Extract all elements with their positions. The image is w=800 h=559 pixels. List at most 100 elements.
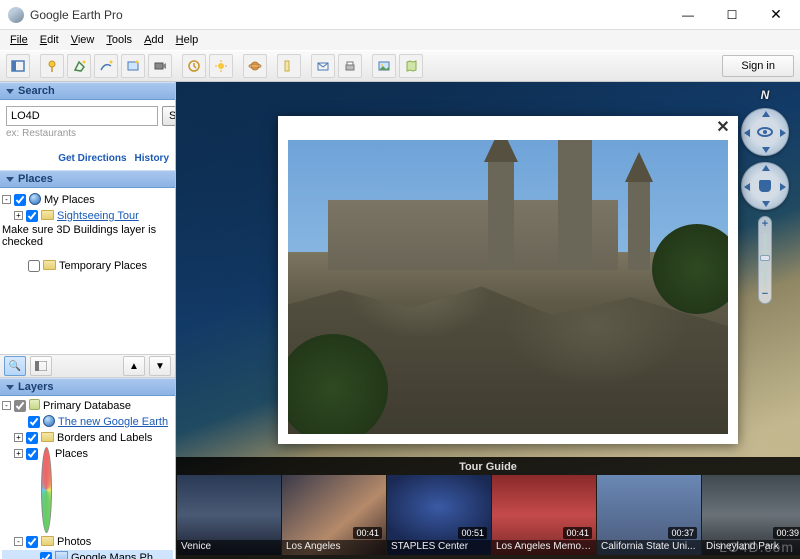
search-panel-header[interactable]: Search (0, 82, 175, 100)
window-maximize-button[interactable]: ☐ (710, 1, 754, 29)
menu-edit[interactable]: Edit (34, 32, 65, 48)
map-viewport[interactable]: San Diego N + − (176, 82, 800, 559)
layer-gmapsphotos-label: Google Maps Ph... (71, 551, 162, 559)
toolbar-planet-button[interactable] (243, 54, 267, 78)
menu-help[interactable]: Help (170, 32, 205, 48)
layer-gmapsphotos-row[interactable]: Google Maps Ph... (2, 550, 173, 559)
expand-toggle[interactable]: - (2, 195, 11, 204)
expand-toggle[interactable]: + (14, 433, 23, 442)
places-move-down-button[interactable]: ▼ (149, 356, 171, 376)
tour-item[interactable]: 00:37California State Uni... (597, 475, 701, 555)
toolbar-historical-button[interactable] (182, 54, 206, 78)
layer-photos-checkbox[interactable] (26, 536, 38, 548)
window-close-button[interactable]: ✕ (754, 1, 798, 29)
tour-duration: 00:51 (458, 527, 487, 539)
zoom-in-button[interactable]: + (759, 219, 771, 231)
layer-newearth-row[interactable]: The new Google Earth (2, 414, 173, 430)
menubar: File Edit View Tools Add Help (0, 30, 800, 50)
move-joystick[interactable] (741, 162, 789, 210)
search-input[interactable] (6, 106, 158, 126)
toolbar-path-button[interactable] (94, 54, 118, 78)
look-joystick[interactable] (741, 108, 789, 156)
places-tools: 🔍 ▲ ▼ (0, 354, 175, 378)
places-sightseeing-row[interactable]: +Sightseeing Tour (2, 208, 173, 224)
expand-toggle[interactable]: + (14, 211, 23, 220)
toolbar-sunlight-button[interactable] (209, 54, 233, 78)
tour-item[interactable]: 00:41Los Angeles (282, 475, 386, 555)
menu-add[interactable]: Add (138, 32, 170, 48)
photo-icon (55, 551, 68, 559)
places-header-label: Places (18, 173, 53, 185)
toolbar-polygon-button[interactable] (67, 54, 91, 78)
toolbar-hide-sidebar-button[interactable] (6, 54, 30, 78)
places-myplaces-row[interactable]: -My Places (2, 192, 173, 208)
zoom-out-button[interactable]: − (759, 289, 771, 301)
zoom-thumb[interactable] (760, 255, 770, 261)
places-temporary-checkbox[interactable] (28, 260, 40, 272)
signin-button[interactable]: Sign in (722, 55, 794, 77)
toolbar-ruler-button[interactable] (277, 54, 301, 78)
places-panel-toggle-button[interactable] (30, 356, 52, 376)
toolbar-image-overlay-button[interactable] (121, 54, 145, 78)
menu-tools[interactable]: Tools (100, 32, 138, 48)
places-panel: -My Places +Sightseeing Tour Make sure 3… (0, 188, 175, 354)
photo-popup: ✕ (278, 116, 738, 444)
history-link[interactable]: History (135, 153, 169, 164)
toolbar-view-in-maps-button[interactable] (399, 54, 423, 78)
places-panel-header[interactable]: Places (0, 170, 175, 188)
popup-close-button[interactable]: ✕ (714, 120, 732, 138)
chevron-down-icon (6, 89, 14, 94)
nav-controls: N + − (736, 88, 794, 304)
tour-guide-strip[interactable]: Venice 00:41Los Angeles 00:51STAPLES Cen… (176, 475, 800, 555)
toolbar-placemark-button[interactable] (40, 54, 64, 78)
tour-guide-panel: Tour Guide Venice 00:41Los Angeles 00:51… (176, 457, 800, 559)
search-panel: Search ex: Restaurants Get Directions Hi… (0, 100, 175, 170)
zoom-slider[interactable]: + − (758, 216, 772, 304)
layer-primary-row[interactable]: - Primary Database (2, 398, 173, 414)
places-search-button[interactable]: 🔍 (4, 356, 26, 376)
places-move-up-button[interactable]: ▲ (123, 356, 145, 376)
expand-toggle[interactable]: + (14, 449, 23, 458)
toolbar: Sign in (0, 50, 800, 82)
tour-item[interactable]: 00:41Los Angeles Memori... (492, 475, 596, 555)
window-title: Google Earth Pro (30, 8, 666, 22)
zoom-track[interactable] (763, 233, 767, 287)
layer-places-row[interactable]: +Places (2, 446, 173, 534)
tour-caption: Los Angeles Memori... (492, 540, 596, 555)
expand-toggle[interactable]: - (2, 401, 11, 410)
tour-duration: 00:37 (668, 527, 697, 539)
places-myplaces-checkbox[interactable] (14, 194, 26, 206)
menu-view[interactable]: View (65, 32, 101, 48)
chevron-down-icon (6, 177, 14, 182)
toolbar-print-button[interactable] (338, 54, 362, 78)
toolbar-save-image-button[interactable] (372, 54, 396, 78)
places-icon (41, 447, 52, 533)
toolbar-record-tour-button[interactable] (148, 54, 172, 78)
layers-panel: - Primary Database The new Google Earth +… (0, 396, 175, 559)
tour-item[interactable]: 00:51STAPLES Center (387, 475, 491, 555)
expand-toggle[interactable]: - (14, 537, 23, 546)
layer-borders-checkbox[interactable] (26, 432, 38, 444)
layer-newearth-checkbox[interactable] (28, 416, 40, 428)
toolbar-email-button[interactable] (311, 54, 335, 78)
database-icon (29, 399, 40, 410)
get-directions-link[interactable]: Get Directions (58, 153, 126, 164)
places-sightseeing-checkbox[interactable] (26, 210, 38, 222)
layer-primary-checkbox[interactable] (14, 400, 26, 412)
photo-image[interactable] (288, 140, 728, 434)
places-temporary-row[interactable]: Temporary Places (2, 258, 173, 274)
window-minimize-button[interactable]: — (666, 1, 710, 29)
layer-primary-label: Primary Database (43, 399, 131, 413)
tour-item[interactable]: 00:39Disneyland Park (702, 475, 800, 555)
tour-caption: California State Uni... (597, 540, 701, 555)
menu-file[interactable]: File (4, 32, 34, 48)
layers-panel-header[interactable]: Layers (0, 378, 175, 396)
tour-item[interactable]: Venice (177, 475, 281, 555)
layer-photos-row[interactable]: -Photos (2, 534, 173, 550)
layer-gmapsphotos-checkbox[interactable] (40, 552, 52, 559)
layer-borders-row[interactable]: +Borders and Labels (2, 430, 173, 446)
search-button[interactable]: Search (162, 106, 176, 126)
layer-places-checkbox[interactable] (26, 448, 38, 460)
north-indicator[interactable]: N (761, 88, 770, 102)
tour-guide-title: Tour Guide (176, 457, 800, 475)
